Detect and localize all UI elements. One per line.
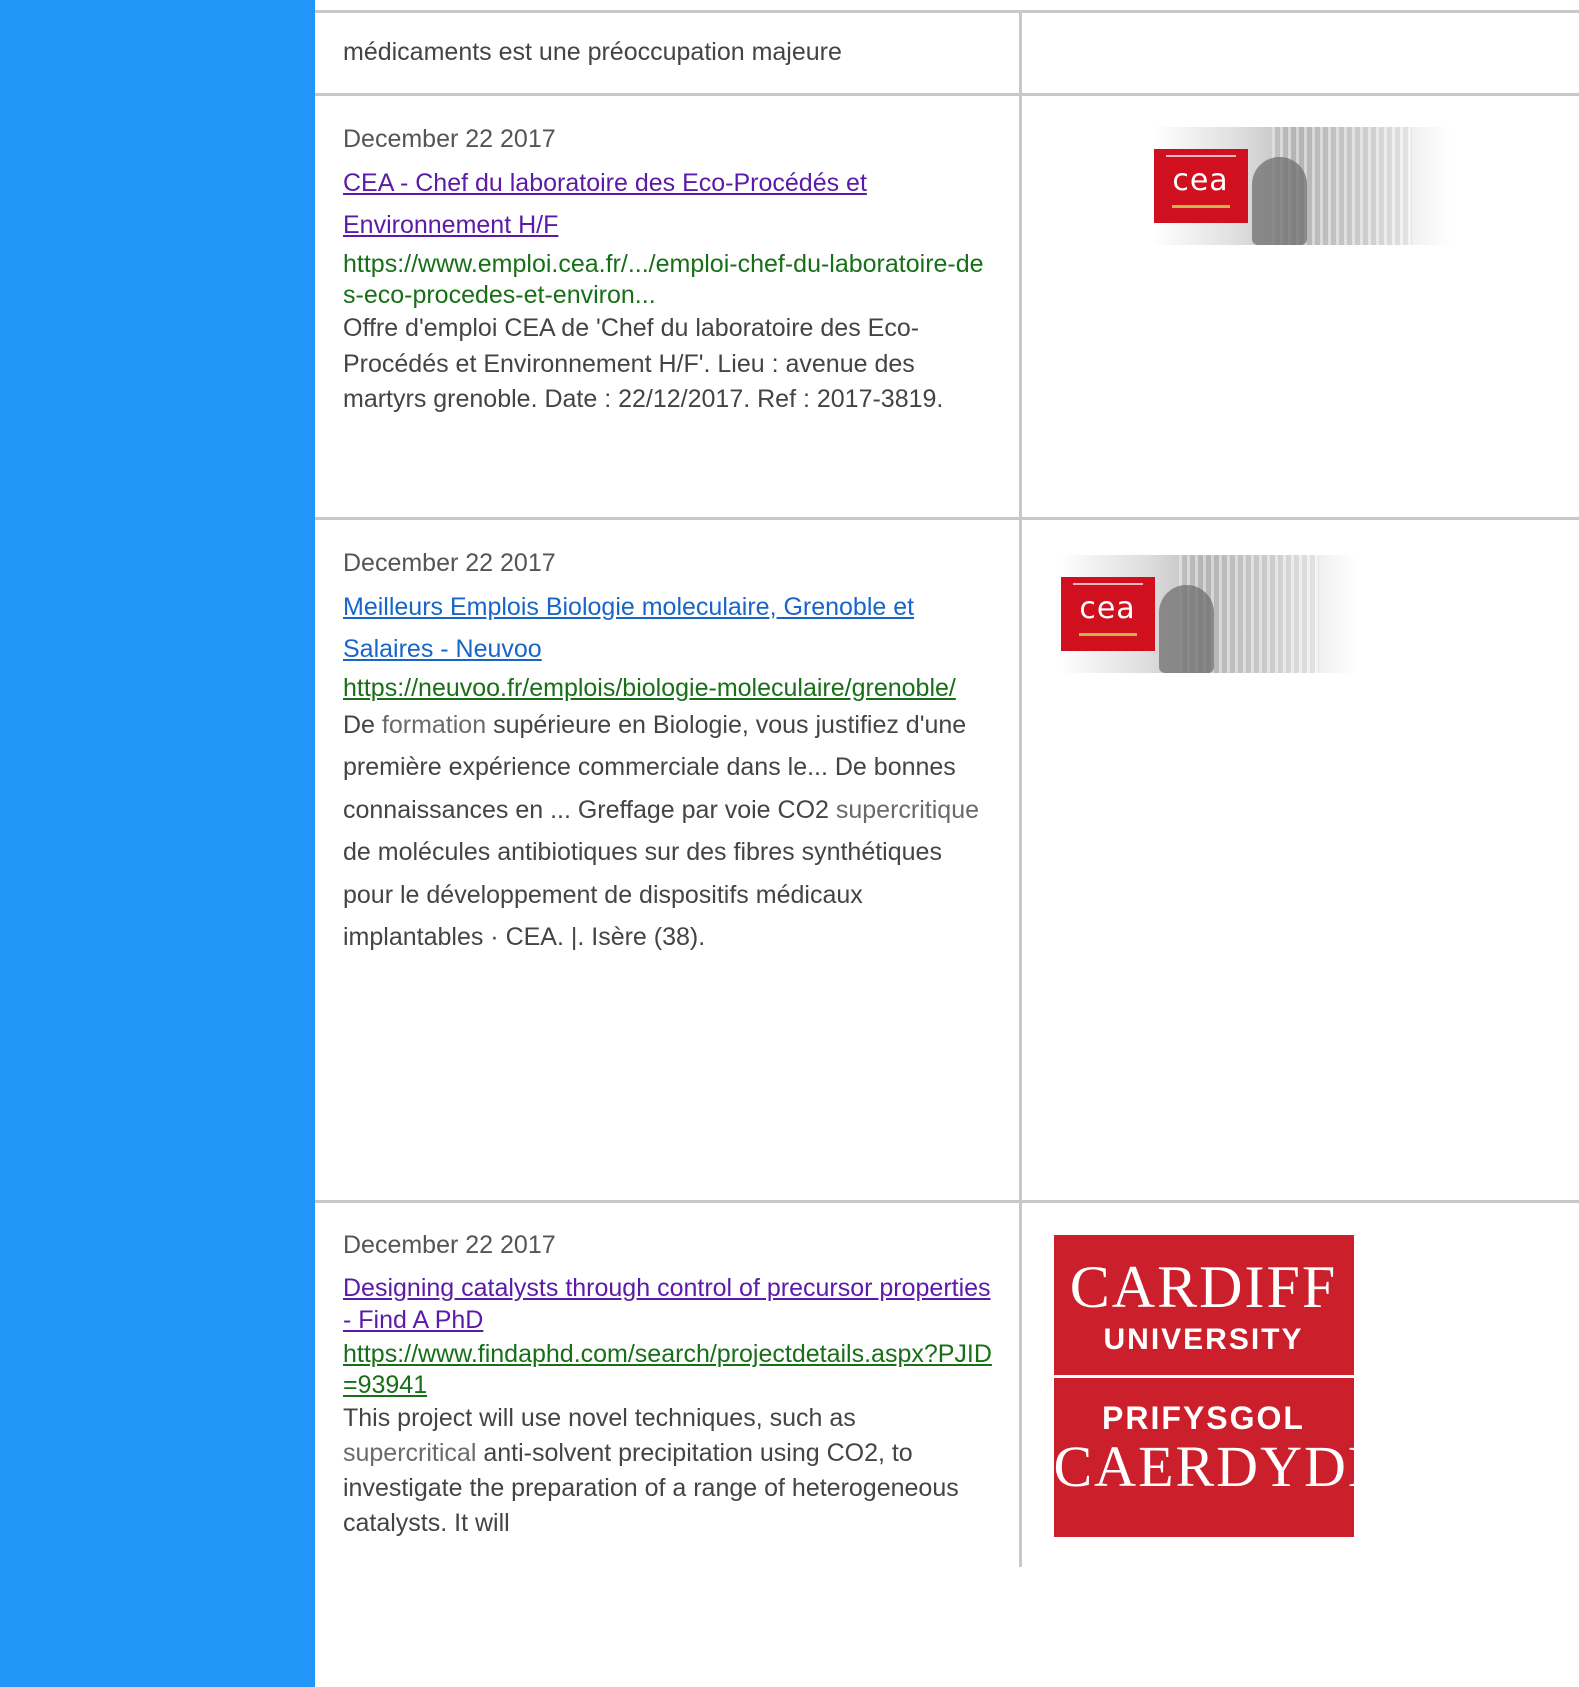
result-row: December 22 2017 Designing catalysts thr… [315,1200,1579,1567]
result-row: December 22 2017 Meilleurs Emplois Biolo… [315,517,1579,1202]
result-url-link[interactable]: https://neuvoo.fr/emplois/biologie-molec… [343,673,993,704]
snippet-text: This project will use novel techniques, … [343,1404,856,1432]
result-date: December 22 2017 [343,549,556,577]
result-text-cell: December 22 2017 Meilleurs Emplois Biolo… [315,517,1022,1202]
result-title-link[interactable]: Designing catalysts through control of p… [343,1274,991,1335]
cardiff-logo-line3: PRIFYSGOL [1102,1400,1305,1436]
result-snippet: médicaments est une préoccupation majeur… [343,38,842,66]
result-text-cell: December 22 2017 CEA - Chef du laboratoi… [315,93,1022,519]
cardiff-logo-line2: UNIVERSITY [1103,1323,1304,1356]
result-text-cell: December 22 2017 Designing catalysts thr… [315,1200,1022,1567]
results-table: médicaments est une préoccupation majeur… [315,10,1579,1567]
cea-logo-bar [1078,633,1137,636]
result-snippet: This project will use novel techniques, … [343,1401,993,1541]
result-snippet: Offre d'emploi CEA de 'Chef du laboratoi… [343,314,944,413]
result-title-link[interactable]: Meilleurs Emplois Biologie moleculaire, … [343,593,914,664]
cea-thumbnail[interactable]: cea [1058,555,1359,673]
cardiff-logo-line4: CAERDYDD [1053,1434,1392,1499]
result-title-link[interactable]: CEA - Chef du laboratoire des Eco-Procéd… [343,169,867,240]
snippet-text: de molécules antibiotiques sur des fibre… [343,838,942,952]
cea-logo-text: cea [1079,591,1136,626]
result-row: December 22 2017 CEA - Chef du laboratoi… [315,93,1579,519]
cea-logo-tagline [1165,155,1236,157]
result-date: December 22 2017 [343,125,556,153]
cea-logo: cea [1060,577,1155,651]
cea-logo: cea [1153,149,1248,223]
cea-logo-tagline [1072,583,1143,585]
snippet-text: De [343,710,382,739]
cea-thumbnail[interactable]: cea [1151,127,1452,245]
results-table-wrap: médicaments est une préoccupation majeur… [315,10,1579,1687]
snippet-highlight: supercritique [835,795,980,824]
thumbnail-figure [1251,157,1307,245]
result-url-link[interactable]: https://www.findaphd.com/search/projectd… [343,1339,993,1402]
cardiff-logo-divider [1053,1375,1354,1378]
page: médicaments est une préoccupation majeur… [0,0,1579,1687]
snippet-highlight: formation [381,710,487,739]
thumbnail-figure [1158,585,1214,673]
result-image-cell [1020,10,1579,95]
cea-logo-text: cea [1172,163,1229,198]
snippet-highlight: supercritical [343,1439,477,1467]
left-sidebar [0,0,315,1687]
cardiff-university-logo[interactable]: CARDIFF UNIVERSITY PRIFYSGOL CAERDYDD [1053,1235,1392,1537]
result-image-cell: cea [1020,517,1579,1202]
result-text-cell: médicaments est une préoccupation majeur… [315,10,1022,95]
result-date: December 22 2017 [343,1231,556,1259]
result-snippet: De formation supérieure en Biologie, vou… [343,704,993,959]
result-image-cell: cea [1020,93,1579,519]
cea-logo-bar [1171,205,1230,208]
cardiff-logo-line1: CARDIFF [1069,1254,1338,1320]
result-image-cell: CARDIFF UNIVERSITY PRIFYSGOL CAERDYDD [1020,1200,1579,1567]
result-url: https://www.emploi.cea.fr/.../emploi-che… [343,249,984,309]
result-row: médicaments est une préoccupation majeur… [315,10,1579,95]
